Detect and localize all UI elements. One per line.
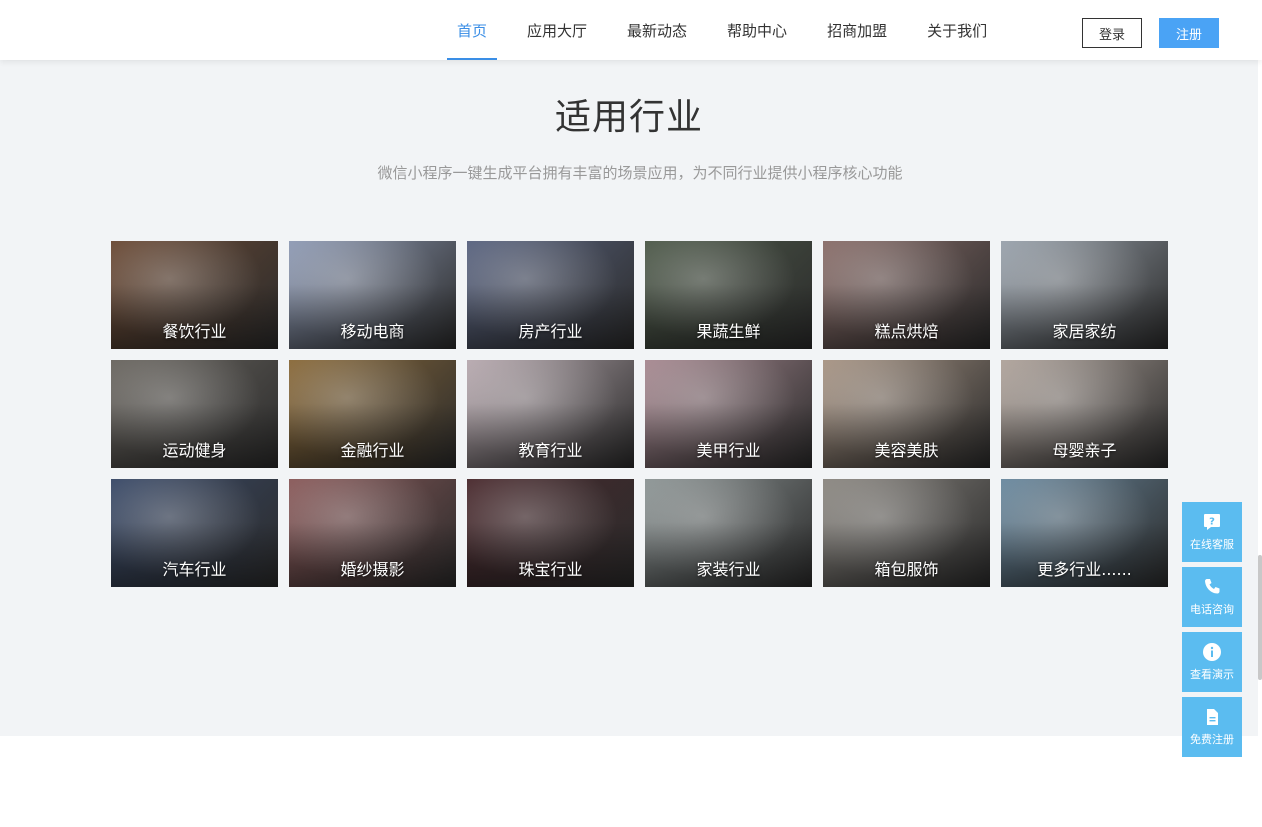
float-item-label: 电话咨询 (1190, 603, 1234, 616)
industry-card-beauty[interactable]: 美容美肤 (823, 360, 990, 468)
card-label: 家装行业 (696, 560, 761, 579)
nav-item-news[interactable]: 最新动态 (627, 0, 687, 60)
nav-item-help[interactable]: 帮助中心 (727, 0, 787, 60)
svg-text:?: ? (1209, 517, 1215, 528)
page-scrollbar[interactable] (1258, 555, 1262, 680)
nav-item-franchise[interactable]: 招商加盟 (827, 0, 887, 60)
info-icon (1203, 643, 1221, 661)
document-icon (1207, 709, 1218, 725)
question-icon: ? (1204, 514, 1220, 530)
card-label: 婚纱摄影 (340, 560, 405, 579)
phone-icon (1205, 579, 1220, 594)
industry-card-apparel[interactable]: 箱包服饰 (823, 479, 990, 587)
section-subtitle: 微信小程序一键生成平台拥有丰富的场景应用，为不同行业提供小程序核心功能 (377, 164, 903, 182)
industry-card-bakery[interactable]: 糕点烘焙 (823, 241, 990, 349)
industry-card-decoration[interactable]: 家装行业 (645, 479, 812, 587)
float-item-label: 查看演示 (1190, 668, 1234, 681)
industry-card-fresh-produce[interactable]: 果蔬生鲜 (645, 241, 812, 349)
online-service-button[interactable]: ? 在线客服 (1182, 502, 1242, 562)
card-label: 珠宝行业 (518, 560, 583, 579)
card-label: 移动电商 (340, 322, 405, 341)
card-label: 母婴亲子 (1052, 441, 1117, 460)
industry-section: 适用行业 微信小程序一键生成平台拥有丰富的场景应用，为不同行业提供小程序核心功能… (0, 60, 1258, 736)
card-label: 房产行业 (518, 322, 583, 341)
register-button[interactable]: 注册 (1159, 18, 1219, 48)
industry-card-auto[interactable]: 汽车行业 (111, 479, 278, 587)
card-label: 果蔬生鲜 (696, 322, 761, 341)
industry-card-catering[interactable]: 餐饮行业 (111, 241, 278, 349)
nav-item-home[interactable]: 首页 (446, 0, 498, 60)
card-label: 汽车行业 (162, 560, 227, 579)
main-nav: 首页 应用大厅 最新动态 帮助中心 招商加盟 关于我们 (446, 0, 1027, 60)
industry-card-jewelry[interactable]: 珠宝行业 (467, 479, 634, 587)
industry-card-more[interactable]: 更多行业...... (1001, 479, 1168, 587)
login-button[interactable]: 登录 (1082, 18, 1142, 48)
section-title: 适用行业 (554, 97, 703, 138)
free-register-button[interactable]: 免费注册 (1182, 697, 1242, 757)
industry-card-ecommerce[interactable]: 移动电商 (289, 241, 456, 349)
industry-card-education[interactable]: 教育行业 (467, 360, 634, 468)
industry-card-finance[interactable]: 金融行业 (289, 360, 456, 468)
card-label: 教育行业 (518, 441, 583, 460)
card-label: 家居家纺 (1052, 322, 1117, 341)
industry-card-wedding[interactable]: 婚纱摄影 (289, 479, 456, 587)
industry-grid: 餐饮行业 移动电商 房产行业 果蔬生鲜 糕点烘焙 家居家纺 运动健身 金融行业 … (111, 241, 1171, 587)
card-label: 糕点烘焙 (874, 322, 939, 341)
floating-contact-bar: ? 在线客服 电话咨询 查看演示 免费注册 (1182, 502, 1242, 762)
card-label: 更多行业...... (1037, 560, 1132, 579)
view-demo-button[interactable]: 查看演示 (1182, 632, 1242, 692)
nav-item-app-hall[interactable]: 应用大厅 (527, 0, 587, 60)
card-label: 美容美肤 (874, 441, 939, 460)
top-header: 首页 应用大厅 最新动态 帮助中心 招商加盟 关于我们 登录 注册 (0, 0, 1262, 60)
float-item-label: 免费注册 (1190, 733, 1234, 746)
card-label: 餐饮行业 (162, 322, 227, 341)
card-label: 美甲行业 (696, 441, 761, 460)
float-item-label: 在线客服 (1190, 538, 1234, 551)
nav-item-about[interactable]: 关于我们 (927, 0, 987, 60)
industry-card-maternal[interactable]: 母婴亲子 (1001, 360, 1168, 468)
industry-card-home-textile[interactable]: 家居家纺 (1001, 241, 1168, 349)
industry-card-real-estate[interactable]: 房产行业 (467, 241, 634, 349)
phone-consult-button[interactable]: 电话咨询 (1182, 567, 1242, 627)
card-label: 运动健身 (162, 441, 227, 460)
card-label: 金融行业 (340, 441, 405, 460)
card-label: 箱包服饰 (874, 560, 939, 579)
industry-card-nail[interactable]: 美甲行业 (645, 360, 812, 468)
industry-card-fitness[interactable]: 运动健身 (111, 360, 278, 468)
